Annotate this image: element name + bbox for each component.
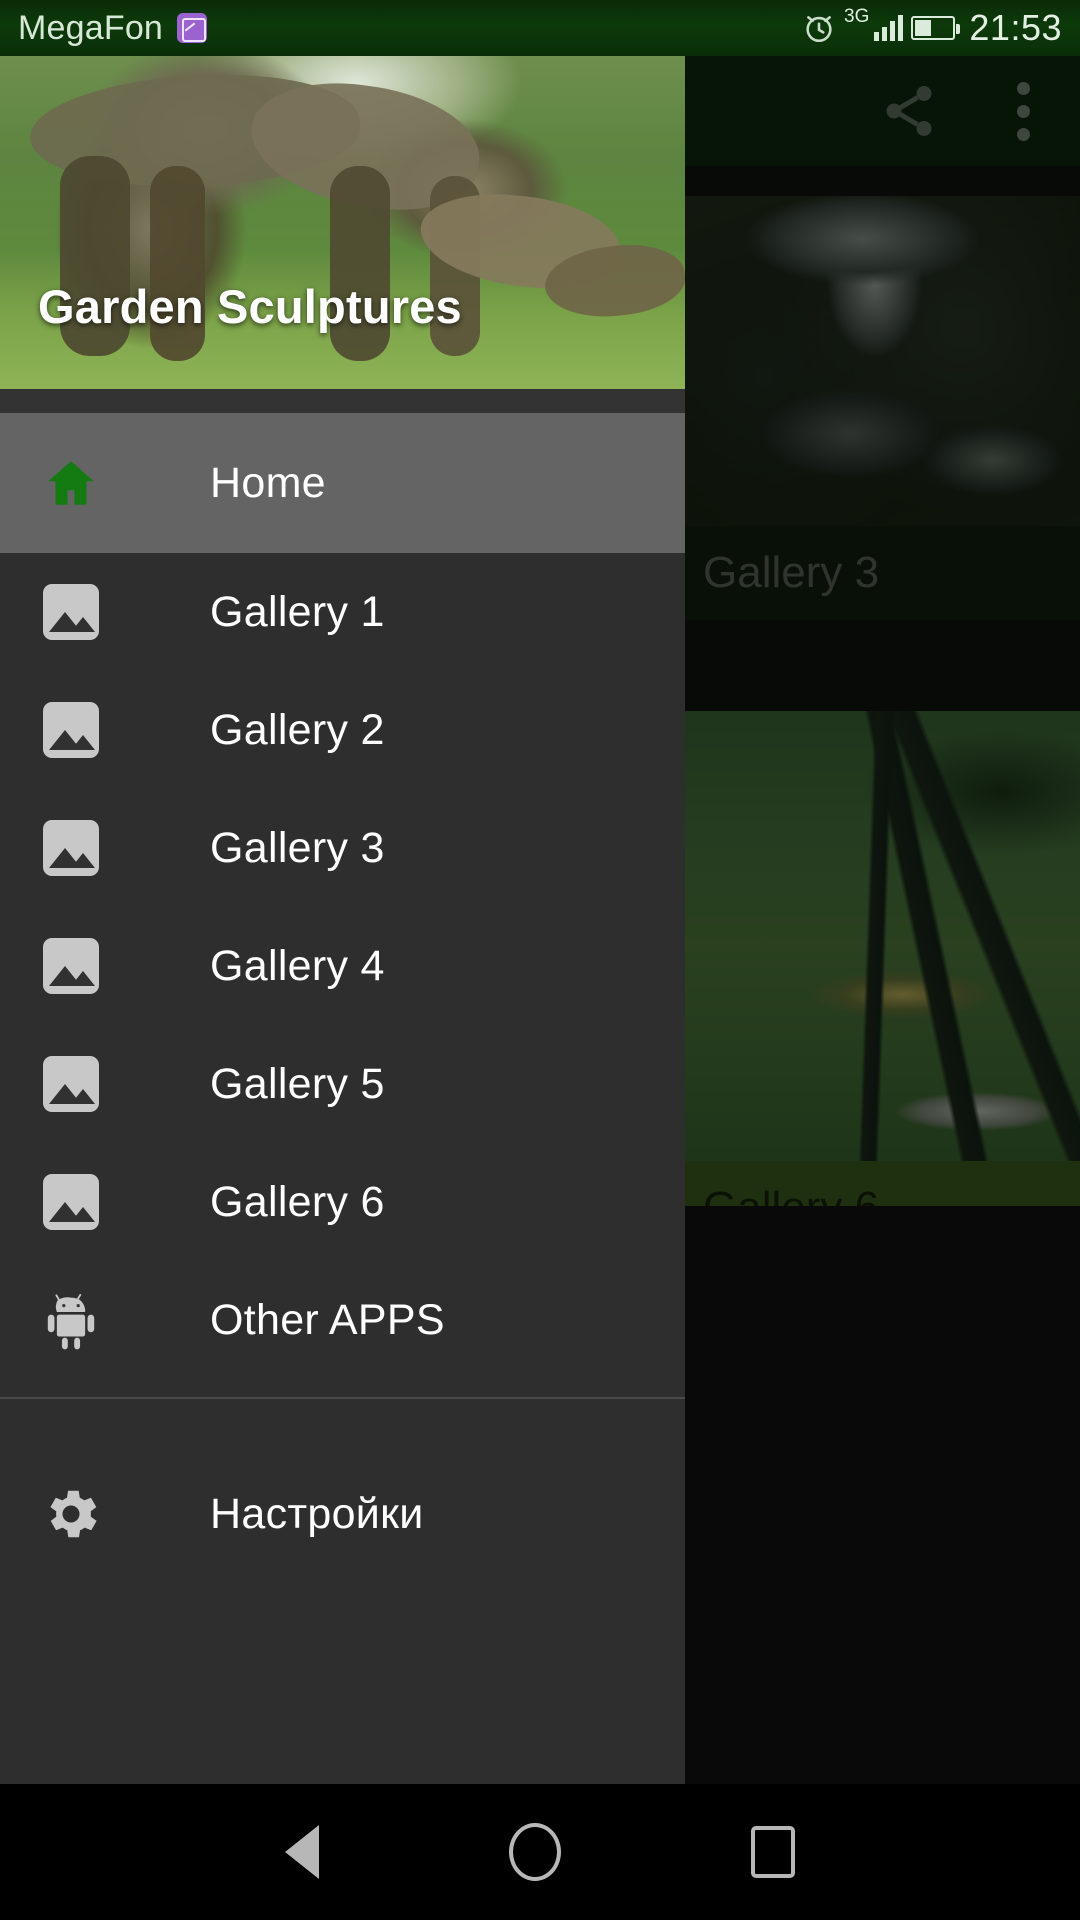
home-circle-icon[interactable] (509, 1823, 561, 1881)
drawer-header: Garden Sculptures (0, 56, 685, 389)
image-icon (38, 938, 104, 994)
image-icon (38, 702, 104, 758)
sidebar-item-gallery-4[interactable]: Gallery 4 (0, 907, 685, 1025)
image-icon (38, 1056, 104, 1112)
sidebar-item-label: Gallery 4 (210, 941, 385, 990)
sidebar-item-label: Gallery 5 (210, 1059, 385, 1108)
android-robot-icon (38, 1288, 104, 1352)
sidebar-item-label: Other APPS (210, 1295, 445, 1344)
recents-square-icon[interactable] (751, 1826, 795, 1878)
drawer-divider (0, 1397, 685, 1399)
signal-bars-icon (874, 15, 904, 41)
drawer-header-strip (0, 389, 685, 413)
sidebar-item-label: Gallery 3 (210, 823, 385, 872)
navigation-drawer: Garden Sculptures Home Gallery 1 Gallery… (0, 56, 685, 1864)
sidebar-item-label: Home (210, 458, 326, 507)
sidebar-item-label: Gallery 1 (210, 587, 385, 636)
image-icon (38, 1174, 104, 1230)
image-icon (38, 820, 104, 876)
clock-label: 21:53 (969, 7, 1062, 48)
sidebar-item-other-apps[interactable]: Other APPS (0, 1261, 685, 1379)
photo-badge-icon (177, 13, 208, 43)
sidebar-item-label: Gallery 2 (210, 705, 385, 754)
sidebar-item-settings[interactable]: Настройки (0, 1455, 685, 1573)
sidebar-item-gallery-2[interactable]: Gallery 2 (0, 671, 685, 789)
sidebar-item-gallery-1[interactable]: Gallery 1 (0, 553, 685, 671)
gear-icon (38, 1482, 104, 1546)
battery-icon (911, 16, 961, 40)
carrier-label: MegaFon (18, 8, 164, 47)
sidebar-item-home[interactable]: Home (0, 413, 685, 553)
back-icon[interactable] (285, 1825, 319, 1879)
image-icon (38, 584, 104, 640)
network-type-label: 3G (844, 6, 870, 27)
android-navigation-bar (0, 1784, 1080, 1920)
sidebar-item-label: Gallery 6 (210, 1177, 385, 1226)
status-icons: 3G 21:53 (802, 6, 1062, 49)
sidebar-item-label: Настройки (210, 1489, 424, 1538)
sidebar-item-gallery-6[interactable]: Gallery 6 (0, 1143, 685, 1261)
status-bar: MegaFon 3G 21:53 (0, 0, 1080, 56)
sidebar-item-gallery-5[interactable]: Gallery 5 (0, 1025, 685, 1143)
alarm-clock-icon (806, 16, 832, 43)
home-icon (38, 454, 104, 512)
drawer-title: Garden Sculptures (38, 280, 462, 333)
phone-screen: MegaFon 3G 21:53 Garden Sculptures Home … (0, 0, 1080, 1920)
sidebar-item-gallery-3[interactable]: Gallery 3 (0, 789, 685, 907)
